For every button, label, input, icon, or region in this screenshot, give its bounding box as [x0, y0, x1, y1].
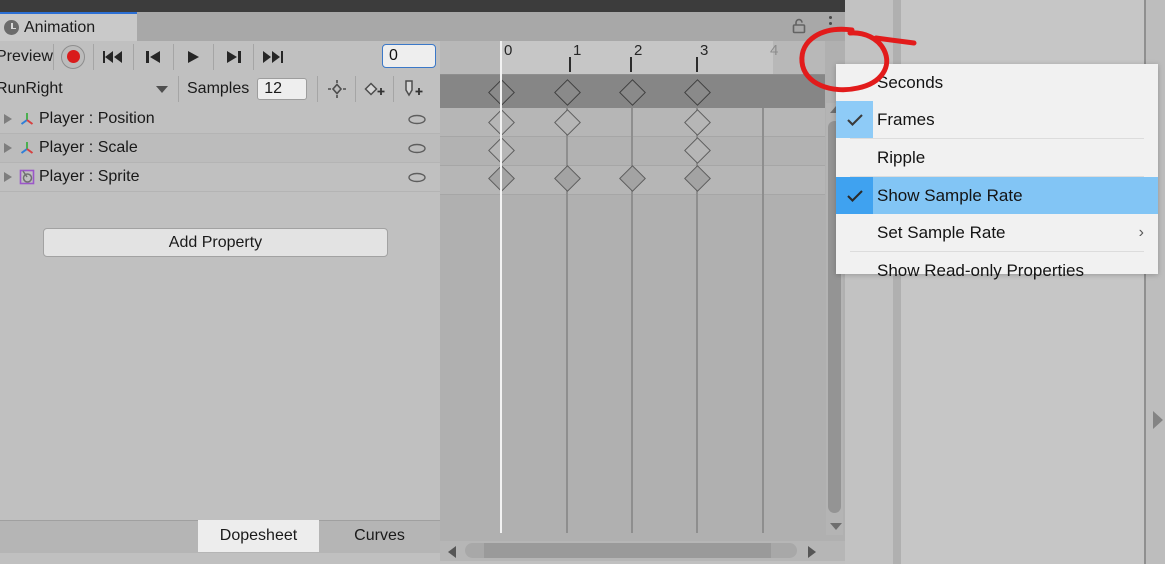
visibility-eye-icon[interactable]	[408, 143, 426, 154]
expand-pane-arrow-icon[interactable]	[1153, 411, 1163, 429]
menu-item-label: Frames	[877, 109, 935, 129]
menu-item-seconds[interactable]: Seconds	[836, 64, 1158, 101]
menu-item-label: Ripple	[877, 147, 926, 167]
expand-arrow-icon[interactable]	[4, 143, 12, 153]
kebab-menu-icon[interactable]	[820, 16, 840, 38]
timeline-ruler[interactable]: 0 1 2 3 4	[440, 41, 825, 75]
tab-dopesheet[interactable]: Dopesheet	[198, 520, 319, 552]
play-button[interactable]	[174, 42, 213, 71]
transform-axis-icon	[20, 113, 34, 125]
tick-label-2: 2	[634, 42, 643, 59]
chevron-down-icon	[156, 85, 168, 93]
tick-label-0: 0	[504, 42, 513, 59]
add-keyframe-icon[interactable]	[318, 73, 355, 104]
tick-label-3: 3	[700, 42, 709, 59]
check-icon	[846, 113, 863, 126]
property-row-position[interactable]: Player : Position	[0, 105, 440, 134]
menu-item-set-sample-rate[interactable]: Set Sample Rate ›	[836, 214, 1158, 251]
check-slot	[836, 101, 873, 138]
tick-mark-3	[696, 57, 698, 72]
preview-toggle[interactable]: Preview	[0, 48, 53, 66]
menu-item-frames[interactable]: Frames	[836, 101, 1158, 138]
expand-arrow-icon[interactable]	[4, 114, 12, 124]
next-frame-button[interactable]	[214, 42, 253, 71]
scroll-down-arrow-icon[interactable]	[830, 523, 842, 530]
timeline-playhead[interactable]	[500, 41, 502, 533]
tab-curves[interactable]: Curves	[319, 520, 440, 552]
check-icon	[846, 189, 863, 202]
scroll-right-arrow-icon[interactable]	[808, 546, 816, 558]
options-context-menu[interactable]: Seconds Frames Ripple Show Sample Rate S…	[836, 64, 1158, 280]
clip-selector-dropdown[interactable]: RunRight	[0, 74, 178, 104]
menu-item-show-sample-rate[interactable]: Show Sample Rate	[836, 177, 1158, 214]
property-label: Player : Scale	[39, 139, 138, 156]
expand-arrow-icon[interactable]	[4, 172, 12, 182]
toolbar-separator	[178, 75, 179, 102]
clip-name-label: RunRight	[0, 79, 63, 97]
record-button[interactable]	[54, 42, 93, 71]
visibility-eye-icon[interactable]	[408, 114, 426, 125]
editor-top-strip	[0, 0, 845, 12]
menu-item-label: Seconds	[877, 72, 944, 92]
check-slot	[836, 64, 873, 101]
add-keyframe-diamond-icon[interactable]	[356, 73, 393, 104]
playback-toolbar: Preview	[0, 41, 440, 73]
clock-icon	[4, 20, 19, 35]
dopesheet-area: 0 1 2 3 4	[440, 41, 845, 552]
check-slot	[836, 252, 873, 289]
check-slot	[836, 177, 873, 214]
tick-label-1: 1	[573, 42, 582, 59]
transform-axis-icon	[20, 142, 34, 154]
property-list: Player : Position Player : Scale Player …	[0, 105, 440, 520]
menu-item-label: Show Read-only Properties	[877, 260, 1084, 280]
sprite-renderer-icon	[19, 169, 35, 185]
animation-window-screenshot: Animation Preview 0 RunRight Samples 12 …	[0, 0, 1165, 564]
timeline-gridline	[762, 108, 764, 533]
lock-open-icon[interactable]	[791, 18, 807, 34]
tick-mark-1	[569, 57, 571, 72]
add-event-icon[interactable]	[394, 73, 431, 104]
menu-item-show-readonly-properties[interactable]: Show Read-only Properties	[836, 252, 1158, 289]
scroll-left-arrow-icon[interactable]	[448, 546, 456, 558]
property-label: Player : Sprite	[39, 168, 140, 185]
clip-toolbar: RunRight Samples 12	[0, 72, 440, 106]
property-row-sprite[interactable]: Player : Sprite	[0, 163, 440, 192]
check-slot	[836, 214, 873, 251]
add-property-button[interactable]: Add Property	[43, 228, 388, 257]
menu-item-label: Set Sample Rate	[877, 222, 1006, 242]
tick-label-4: 4	[770, 42, 779, 59]
samples-input[interactable]: 12	[257, 77, 308, 100]
previous-frame-button[interactable]	[134, 42, 173, 71]
menu-item-ripple[interactable]: Ripple	[836, 139, 1158, 176]
menu-item-label: Show Sample Rate	[877, 185, 1023, 205]
samples-label: Samples	[187, 79, 250, 97]
visibility-eye-icon[interactable]	[408, 172, 426, 183]
tab-animation[interactable]: Animation	[0, 12, 137, 41]
submenu-arrow-icon: ›	[1138, 224, 1144, 241]
current-frame-input[interactable]: 0	[382, 44, 436, 68]
check-slot	[836, 139, 873, 176]
horizontal-scrollbar-thumb[interactable]	[465, 543, 797, 558]
property-label: Player : Position	[39, 110, 155, 127]
last-keyframe-button[interactable]	[254, 42, 293, 71]
first-keyframe-button[interactable]	[94, 42, 133, 71]
property-row-scale[interactable]: Player : Scale	[0, 134, 440, 163]
tick-mark-2	[630, 57, 632, 72]
tab-animation-label: Animation	[24, 18, 96, 36]
